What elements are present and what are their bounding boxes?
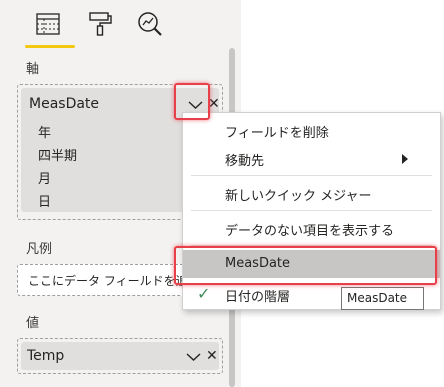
axis-section-label: 軸 <box>26 62 40 77</box>
submenu-arrow-icon <box>402 154 408 164</box>
menu-item-remove-field[interactable]: フィールドを削除 <box>183 116 440 144</box>
hierarchy-item-year[interactable]: 年 <box>38 122 51 141</box>
values-field-name: Temp <box>27 348 65 364</box>
menu-item-move-to[interactable]: 移動先 <box>183 144 440 172</box>
paint-roller-icon[interactable] <box>86 10 114 38</box>
tooltip-text: MeasDate <box>347 291 408 305</box>
legend-section-label: 凡例 <box>26 242 53 257</box>
active-tab-indicator <box>25 45 75 48</box>
table-grid-icon[interactable] <box>34 10 62 38</box>
tooltip: MeasDate <box>341 287 424 310</box>
menu-separator <box>191 175 432 176</box>
chevron-down-icon[interactable] <box>186 352 201 362</box>
axis-field-name: MeasDate <box>29 96 100 112</box>
values-section-label: 値 <box>26 316 40 331</box>
menu-item-show-items-no-data[interactable]: データのない項目を表示する <box>183 214 440 242</box>
checkmark-icon: ✓ <box>197 284 211 303</box>
hierarchy-item-month[interactable]: 月 <box>38 168 51 187</box>
annotation-highlight-dropdown <box>174 83 210 120</box>
hierarchy-item-day[interactable]: 日 <box>38 191 51 210</box>
values-field-well[interactable]: Temp ✕ <box>17 338 223 374</box>
values-field-card[interactable]: Temp ✕ <box>21 342 219 370</box>
menu-item-new-quick-measure[interactable]: 新しいクイック メジャー <box>183 179 440 207</box>
annotation-highlight-measdate-item <box>174 246 437 285</box>
close-icon[interactable]: ✕ <box>206 349 218 363</box>
hierarchy-item-quarter[interactable]: 四半期 <box>38 145 77 164</box>
magnifier-chart-icon[interactable] <box>136 10 164 38</box>
menu-separator <box>191 210 432 211</box>
